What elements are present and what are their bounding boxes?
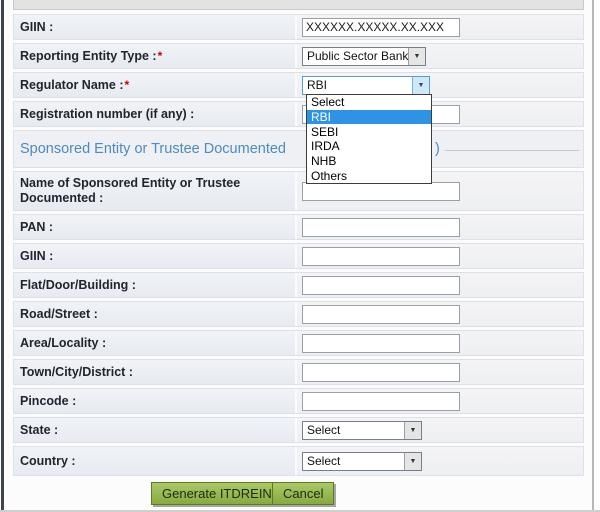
form-row-flat: Flat/Door/Building :: [13, 272, 584, 298]
chevron-down-icon: ▼: [408, 47, 425, 65]
road-input[interactable]: [302, 304, 460, 324]
chevron-down-icon: ▼: [412, 76, 429, 94]
form-row-country: Country : Select ▼: [13, 446, 584, 476]
registration-number-label: Registration number (if any) :: [14, 102, 297, 126]
pan-input[interactable]: [302, 217, 460, 237]
dropdown-option-rbi[interactable]: RBI: [307, 109, 431, 125]
form-row-area: Area/Locality :: [13, 330, 584, 356]
dropdown-option-select[interactable]: Select: [307, 95, 431, 110]
giin-sponsored-label: GIIN :: [14, 244, 297, 268]
town-input[interactable]: [302, 362, 460, 382]
reporting-entity-type-label: Reporting Entity Type : *: [14, 44, 297, 68]
chevron-down-icon: ▼: [404, 452, 421, 470]
chevron-down-icon: ▼: [404, 421, 421, 439]
form-row-reporting-entity-type: Reporting Entity Type : * Public Sector B…: [13, 43, 584, 69]
pincode-input[interactable]: [302, 391, 460, 411]
regulator-name-label: Regulator Name : *: [14, 73, 297, 97]
dropdown-option-sebi[interactable]: SEBI: [307, 124, 431, 139]
pincode-label: Pincode :: [14, 389, 297, 413]
giin-label: GIIN :: [14, 15, 297, 39]
state-label: State :: [14, 418, 297, 442]
dropdown-option-others[interactable]: Others: [307, 168, 431, 183]
form-row-giin: GIIN :: [13, 14, 584, 40]
giin-sponsored-input[interactable]: [302, 246, 460, 266]
area-input[interactable]: [302, 333, 460, 353]
generate-itdrein-button[interactable]: Generate ITDREIN: [151, 482, 283, 505]
itdrein-form-page: GIIN : Reporting Entity Type :* Public S…: [0, 0, 600, 512]
regulator-dropdown-list: Select RBI SEBI IRDA NHB Others: [306, 94, 432, 184]
window-border-left: [1, 0, 4, 512]
required-marker: *: [124, 77, 130, 92]
form-row-pincode: Pincode :: [13, 388, 584, 414]
form-row-regulator-name: Regulator Name : * RBI ▼: [13, 72, 584, 98]
section-heading-close-paren: ): [435, 141, 440, 157]
pan-label: PAN :: [14, 215, 297, 239]
sponsored-entity-section-heading-row: Sponsored Entity or Trustee Documented ): [13, 130, 584, 168]
road-label: Road/Street :: [14, 302, 297, 326]
section-heading-rule: [445, 150, 579, 151]
regulator-name-select[interactable]: RBI ▼: [302, 75, 430, 95]
state-select[interactable]: Select ▼: [302, 420, 422, 440]
form-row-giin-sponsored: GIIN :: [13, 243, 584, 269]
country-label: Country :: [14, 447, 297, 475]
form-row-registration-number: Registration number (if any) :: [13, 101, 584, 127]
form-row-pan: PAN :: [13, 214, 584, 240]
sponsored-name-label: Name of Sponsored Entity or Trustee Docu…: [14, 172, 297, 210]
window-border-right: [592, 0, 594, 512]
form-row-sponsored-name: Name of Sponsored Entity or Trustee Docu…: [13, 171, 584, 211]
required-marker: *: [157, 48, 163, 63]
giin-input[interactable]: [302, 17, 460, 37]
reporting-entity-type-select[interactable]: Public Sector Bank ▼: [302, 46, 426, 66]
dropdown-option-irda[interactable]: IRDA: [307, 139, 431, 154]
section-heading: Sponsored Entity or Trustee Documented: [20, 141, 286, 157]
form-row-town: Town/City/District :: [13, 359, 584, 385]
entity-details-form: GIIN : Reporting Entity Type :* Public S…: [13, 14, 584, 479]
flat-input[interactable]: [302, 275, 460, 295]
sponsored-name-input[interactable]: [302, 181, 460, 201]
town-label: Town/City/District :: [14, 360, 297, 384]
area-label: Area/Locality :: [14, 331, 297, 355]
form-row-road: Road/Street :: [13, 301, 584, 327]
form-row-state: State : Select ▼: [13, 417, 584, 443]
flat-label: Flat/Door/Building :: [14, 273, 297, 297]
top-toolbar-edge: [13, 0, 584, 10]
cancel-button[interactable]: Cancel: [272, 482, 335, 505]
dropdown-option-nhb[interactable]: NHB: [307, 154, 431, 169]
country-select[interactable]: Select ▼: [302, 451, 422, 471]
